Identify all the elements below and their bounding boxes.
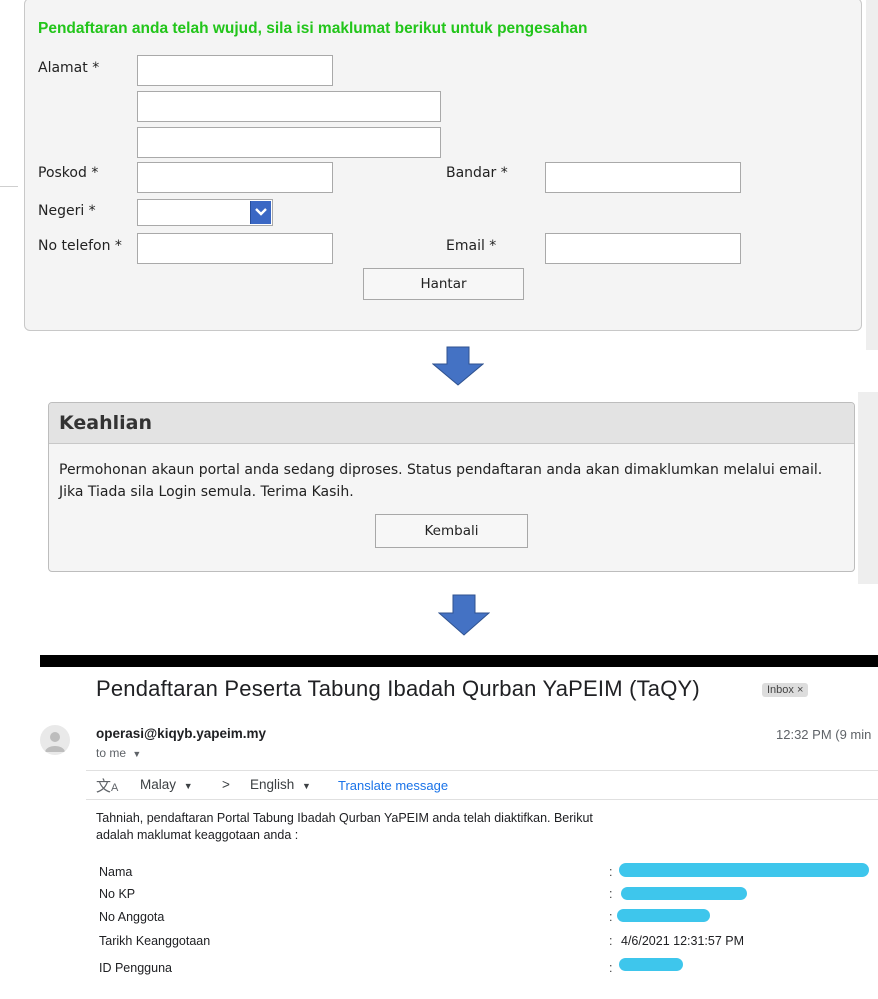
email-timestamp: 12:32 PM (9 min	[776, 727, 872, 742]
row-colon: :	[609, 865, 613, 879]
page-side-strip	[866, 0, 878, 350]
redaction-mark	[619, 958, 683, 971]
row-label-no-anggota: No Anggota	[99, 910, 165, 924]
inbox-label-badge[interactable]: Inbox ×	[762, 683, 809, 697]
page-side-strip	[858, 392, 878, 584]
translate-icon: 文A	[96, 778, 119, 795]
email-subject: Pendaftaran Peserta Tabung Ibadah Qurban…	[96, 676, 700, 701]
row-label-tarikh: Tarikh Keanggotaan	[99, 934, 211, 948]
translate-bar: 文A Malay ▼ > English ▼ Translate message	[86, 770, 878, 800]
poskod-label: Poskod *	[38, 165, 99, 181]
bandar-input[interactable]	[545, 162, 741, 193]
row-colon: :	[609, 910, 613, 924]
chevron-right-icon: >	[222, 777, 230, 792]
redaction-mark	[621, 887, 747, 900]
row-label-no-kp: No KP	[99, 887, 136, 901]
caret-down-icon: ▼	[302, 781, 311, 791]
row-label-nama: Nama	[99, 865, 133, 879]
avatar	[40, 725, 70, 755]
email-body-text: Tahniah, pendaftaran Portal Tabung Ibada…	[96, 811, 593, 842]
alamat-line2-input[interactable]	[137, 91, 441, 122]
hantar-button[interactable]: Hantar	[363, 268, 524, 300]
row-colon: :	[609, 961, 613, 975]
caret-down-icon: ▼	[132, 749, 142, 759]
alamat-line1-input[interactable]	[137, 55, 333, 86]
keahlian-message: Permohonan akaun portal anda sedang dipr…	[59, 462, 823, 500]
negeri-label: Negeri *	[38, 203, 96, 219]
negeri-select[interactable]	[137, 199, 273, 226]
dropdown-arrow-icon[interactable]	[250, 201, 271, 224]
divider	[0, 186, 18, 187]
target-language-label: English	[250, 777, 295, 792]
translate-message-link[interactable]: Translate message	[338, 778, 448, 793]
source-language-label: Malay	[140, 777, 177, 792]
alamat-line3-input[interactable]	[137, 127, 441, 158]
telefon-label: No telefon *	[38, 238, 122, 254]
form-heading: Pendaftaran anda telah wujud, sila isi m…	[38, 20, 588, 37]
down-arrow-icon	[432, 346, 484, 386]
email-input[interactable]	[545, 233, 741, 264]
telefon-input[interactable]	[137, 233, 333, 264]
source-language-select[interactable]: Malay ▼	[140, 777, 193, 792]
redaction-mark	[617, 909, 710, 922]
row-colon: :	[609, 934, 613, 948]
bandar-label: Bandar *	[446, 165, 508, 181]
screenshot-divider	[40, 655, 878, 667]
kembali-button[interactable]: Kembali	[375, 514, 528, 548]
keahlian-header: Keahlian	[49, 403, 854, 444]
target-language-select[interactable]: English ▼	[250, 777, 311, 792]
caret-down-icon: ▼	[183, 781, 193, 791]
recipient-label: to me	[96, 746, 127, 760]
recipient-dropdown[interactable]: to me ▼	[96, 746, 141, 760]
row-value-tarikh: 4/6/2021 12:31:57 PM	[621, 934, 745, 948]
sender-address: operasi@kiqyb.yapeim.my	[96, 726, 266, 741]
down-arrow-icon	[438, 594, 490, 636]
row-label-id-pengguna: ID Pengguna	[99, 961, 172, 975]
row-colon: :	[609, 887, 613, 901]
redaction-mark	[619, 863, 869, 877]
poskod-input[interactable]	[137, 162, 333, 193]
email-label: Email *	[446, 238, 497, 254]
keahlian-panel: Keahlian Permohonan akaun portal anda se…	[48, 402, 855, 572]
alamat-label: Alamat *	[38, 60, 100, 76]
keahlian-title: Keahlian	[59, 412, 152, 434]
